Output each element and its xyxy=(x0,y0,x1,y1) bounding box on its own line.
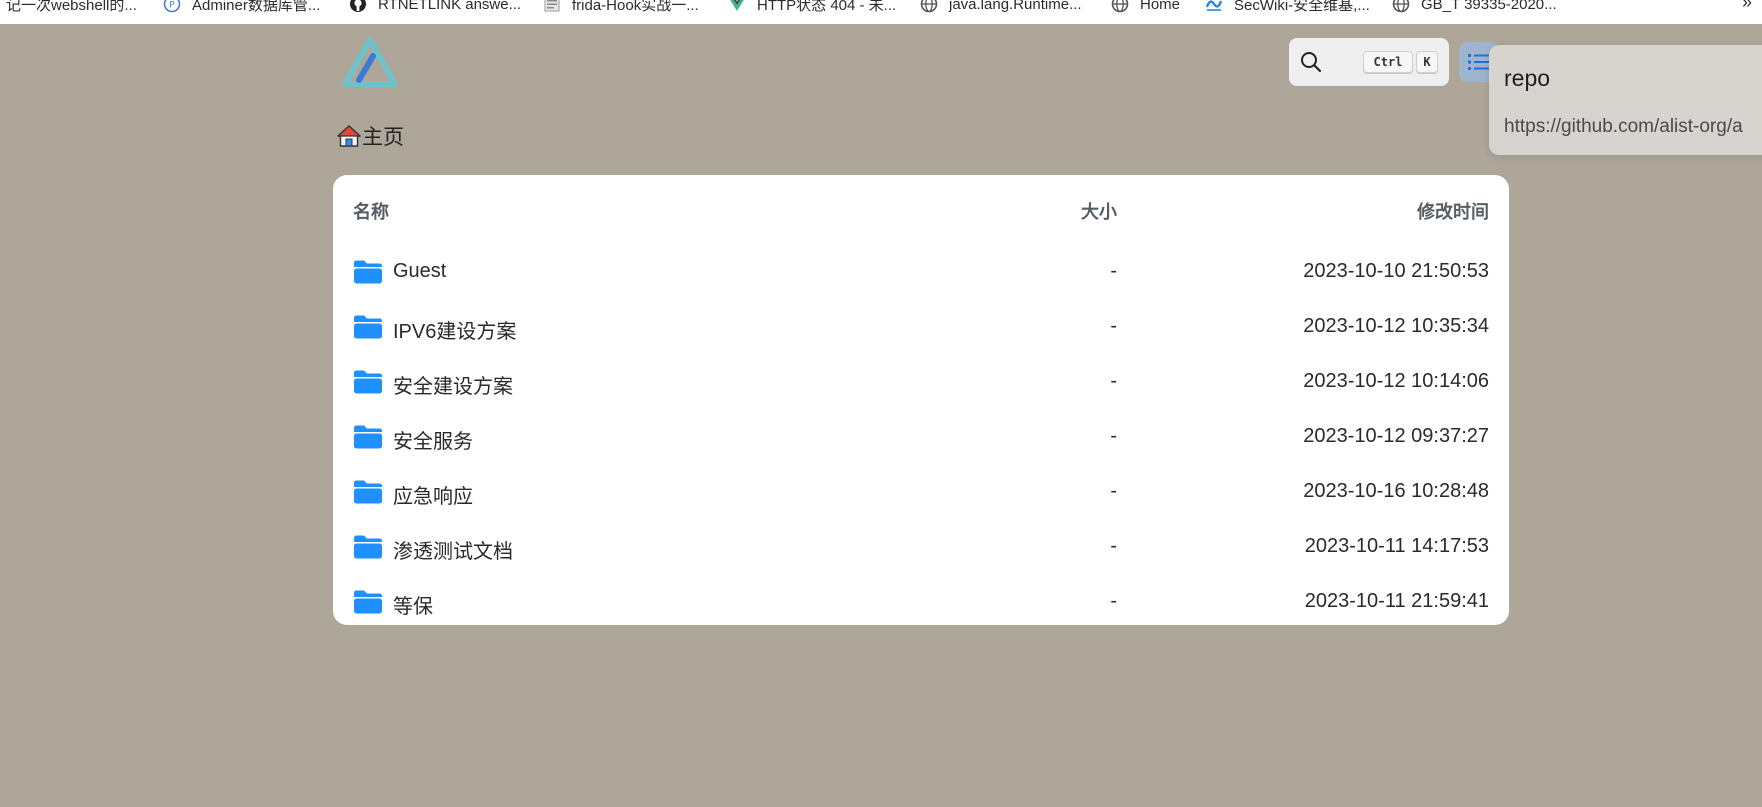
column-header-modified[interactable]: 修改时间 xyxy=(1417,198,1489,224)
bookmark-item[interactable]: GB_T 39335-2020... xyxy=(1392,0,1557,14)
table-row[interactable]: 应急响应 - 2023-10-16 10:28:48 xyxy=(333,465,1509,520)
column-header-name[interactable]: 名称 xyxy=(353,198,389,224)
bookmarks-overflow-button[interactable]: » xyxy=(1742,0,1752,13)
file-size: - xyxy=(1110,370,1117,392)
bookmark-label: SecWiki-安全维基,... xyxy=(1234,0,1370,14)
bookmarks-bar: 记一次webshell的... P Adminer数据库管... RTNETLI… xyxy=(0,0,1762,24)
file-name[interactable]: 等保 xyxy=(393,590,433,619)
folder-icon xyxy=(353,314,383,340)
bookmark-label: Home xyxy=(1140,0,1181,13)
bookmark-label: Adminer数据库管... xyxy=(192,0,321,14)
column-header-size[interactable]: 大小 xyxy=(1081,198,1117,224)
search-icon xyxy=(1300,51,1322,73)
file-modified: 2023-10-12 10:35:34 xyxy=(1303,315,1489,337)
file-modified: 2023-10-11 14:17:53 xyxy=(1304,535,1489,557)
vue-icon xyxy=(728,0,746,13)
table-row[interactable]: 渗透测试文档 - 2023-10-11 14:17:53 xyxy=(333,520,1509,575)
file-size: - xyxy=(1110,535,1117,557)
file-modified: 2023-10-12 10:14:06 xyxy=(1303,370,1489,392)
file-modified: 2023-10-10 21:50:53 xyxy=(1303,260,1489,282)
bookmark-label: RTNETLINK answe... xyxy=(378,0,522,13)
bookmark-item[interactable]: RTNETLINK answe... xyxy=(349,0,521,14)
file-modified: 2023-10-11 21:59:41 xyxy=(1304,590,1489,612)
table-row[interactable]: 安全服务 - 2023-10-12 09:37:27 xyxy=(333,410,1509,465)
bookmark-label: frida-Hook实战一... xyxy=(572,0,699,14)
repo-popover: repo https://github.com/alist-org/a xyxy=(1489,45,1762,155)
doc-icon xyxy=(543,0,561,13)
file-name[interactable]: 应急响应 xyxy=(393,480,473,509)
file-size: - xyxy=(1110,480,1117,502)
home-icon xyxy=(337,124,361,148)
bookmark-item[interactable]: P Adminer数据库管... xyxy=(163,0,320,14)
bookmark-item[interactable]: HTTP状态 404 - 未... xyxy=(728,0,896,14)
file-name[interactable]: 安全建设方案 xyxy=(393,370,513,399)
bookmark-label: 记一次webshell的... xyxy=(6,0,137,14)
bookmark-item[interactable]: SecWiki-安全维基,... xyxy=(1205,0,1370,14)
shortcut-ctrl-key: Ctrl xyxy=(1363,51,1413,73)
breadcrumb[interactable]: 主页 xyxy=(337,121,404,151)
file-name[interactable]: 安全服务 xyxy=(393,425,473,454)
folder-icon xyxy=(353,534,383,560)
adminer-icon: P xyxy=(163,0,181,13)
globe-icon xyxy=(920,0,938,13)
file-size: - xyxy=(1110,425,1117,447)
folder-icon xyxy=(353,589,383,615)
file-name[interactable]: 渗透测试文档 xyxy=(393,535,513,564)
folder-icon xyxy=(353,424,383,450)
bookmark-label: HTTP状态 404 - 未... xyxy=(757,0,897,14)
table-row[interactable]: Guest - 2023-10-10 21:50:53 xyxy=(333,245,1509,300)
file-list-card: 名称 大小 修改时间 Guest - 2023-10-10 21:50:53 I… xyxy=(333,175,1509,625)
alist-logo-icon[interactable] xyxy=(343,38,397,88)
folder-icon xyxy=(353,479,383,505)
bookmark-item[interactable]: java.lang.Runtime... xyxy=(920,0,1082,14)
file-modified: 2023-10-16 10:28:48 xyxy=(1303,480,1489,502)
folder-icon xyxy=(353,259,383,285)
secwiki-icon xyxy=(1205,0,1223,13)
bookmark-item[interactable]: 记一次webshell的... xyxy=(6,0,137,14)
bookmark-label: GB_T 39335-2020... xyxy=(1421,0,1557,13)
globe-icon xyxy=(1111,0,1129,13)
globe-icon xyxy=(1392,0,1410,13)
svg-text:P: P xyxy=(169,1,175,11)
table-row[interactable]: IPV6建设方案 - 2023-10-12 10:35:34 xyxy=(333,300,1509,355)
list-icon xyxy=(1468,54,1490,70)
table-row[interactable]: 等保 - 2023-10-11 21:59:41 xyxy=(333,575,1509,630)
file-name[interactable]: Guest xyxy=(393,260,446,283)
file-size: - xyxy=(1110,590,1117,612)
table-row[interactable]: 安全建设方案 - 2023-10-12 10:14:06 xyxy=(333,355,1509,410)
repo-link[interactable]: https://github.com/alist-org/a xyxy=(1504,116,1743,138)
file-modified: 2023-10-12 09:37:27 xyxy=(1303,425,1489,447)
breadcrumb-home-link[interactable]: 主页 xyxy=(362,121,404,151)
bookmark-item[interactable]: frida-Hook实战一... xyxy=(543,0,699,14)
shortcut-k-key: K xyxy=(1416,51,1438,73)
file-size: - xyxy=(1110,260,1117,282)
file-name[interactable]: IPV6建设方案 xyxy=(393,315,516,344)
popover-title: repo xyxy=(1504,65,1551,91)
bookmark-item[interactable]: Home xyxy=(1111,0,1180,14)
file-size: - xyxy=(1110,315,1117,337)
github-icon xyxy=(349,0,367,13)
search-button[interactable]: Ctrl K xyxy=(1289,38,1449,86)
bookmark-label: java.lang.Runtime... xyxy=(949,0,1082,13)
folder-icon xyxy=(353,369,383,395)
